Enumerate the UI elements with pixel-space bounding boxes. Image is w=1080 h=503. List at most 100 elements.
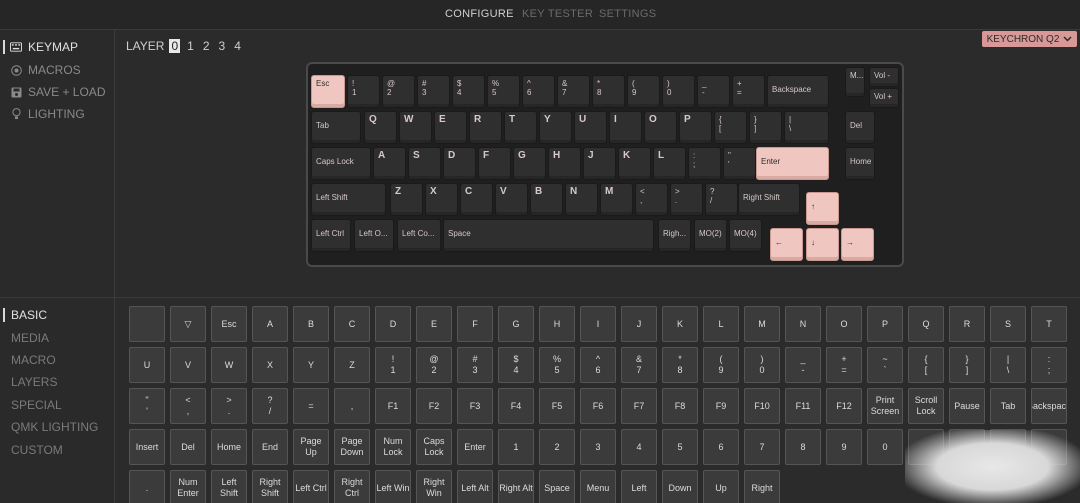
key-semicolon[interactable]: :; [688, 147, 721, 180]
palette-key[interactable]: Tab [990, 388, 1026, 424]
palette-key[interactable]: @ 2 [416, 347, 452, 383]
palette-key[interactable]: Page Down [334, 429, 370, 465]
palette-key[interactable]: Right Shift [252, 470, 288, 503]
key-g[interactable]: G [513, 147, 546, 180]
palette-key[interactable]: L [703, 306, 739, 342]
palette-key[interactable]: ? / [252, 388, 288, 424]
palette-key[interactable]: Z [334, 347, 370, 383]
keyboard-select-dropdown[interactable]: KEYCHRON Q2 [982, 31, 1077, 47]
palette-key[interactable]: : ; [1031, 347, 1067, 383]
palette-key[interactable]: Left Ctrl [293, 470, 329, 503]
palette-key[interactable]: Left Alt [457, 470, 493, 503]
layer-button-3[interactable]: 3 [217, 39, 228, 53]
tab-key-tester[interactable]: KEY TESTER [522, 8, 593, 20]
key-right-shift[interactable]: Right Shift [738, 183, 800, 216]
sidebar-item-keymap[interactable]: KEYMAP [10, 40, 78, 54]
category-qmk-lighting[interactable]: QMK LIGHTING [11, 420, 98, 434]
key-left-bracket[interactable]: {[ [714, 111, 747, 144]
palette-key[interactable]: Right Alt [498, 470, 534, 503]
palette-key[interactable]: Q [908, 306, 944, 342]
palette-key[interactable]: # 3 [457, 347, 493, 383]
palette-key[interactable]: T [1031, 306, 1067, 342]
category-custom[interactable]: CUSTOM [11, 443, 63, 457]
palette-key[interactable]: Print Screen [867, 388, 903, 424]
tab-settings[interactable]: SETTINGS [599, 8, 656, 20]
key-slash[interactable]: ? / [705, 183, 738, 216]
key-l[interactable]: L [653, 147, 686, 180]
key-caps-lock[interactable]: Caps Lock [311, 147, 371, 180]
key-arrow-down[interactable]: ↓ [806, 228, 839, 261]
palette-key[interactable]: C [334, 306, 370, 342]
key-r[interactable]: R [469, 111, 502, 144]
key-o[interactable]: O [644, 111, 677, 144]
palette-key[interactable]: } ] [949, 347, 985, 383]
key-space[interactable]: Space [443, 219, 654, 252]
palette-key[interactable]: Home [211, 429, 247, 465]
key-m[interactable]: M [600, 183, 633, 216]
palette-key[interactable]: Y [293, 347, 329, 383]
palette-key[interactable]: Num Lock [375, 429, 411, 465]
palette-key[interactable]: Left [621, 470, 657, 503]
key-arrow-up[interactable]: ↑ [806, 192, 839, 225]
palette-key[interactable]: 7 [744, 429, 780, 465]
palette-key[interactable]: H [539, 306, 575, 342]
key-quote[interactable]: " ' [723, 147, 756, 180]
palette-key[interactable]: Down [662, 470, 698, 503]
palette-key[interactable]: + = [826, 347, 862, 383]
palette-key[interactable]: S [990, 306, 1026, 342]
palette-key[interactable]: 2 [539, 429, 575, 465]
key-right-modifier[interactable]: Righ... [658, 219, 691, 252]
key-period[interactable]: >. [670, 183, 703, 216]
key-8[interactable]: * 8 [592, 75, 625, 108]
key-home[interactable]: Home [845, 147, 875, 180]
palette-key[interactable]: Page Up [293, 429, 329, 465]
palette-key[interactable]: Insert [129, 429, 165, 465]
key-enter[interactable]: Enter [756, 147, 829, 180]
palette-key[interactable]: ▽ [170, 306, 206, 342]
key-volume-down[interactable]: Vol - [869, 67, 899, 87]
key-equal[interactable]: + = [732, 75, 765, 108]
palette-key[interactable]: 1 [498, 429, 534, 465]
key-d[interactable]: D [443, 147, 476, 180]
category-basic[interactable]: BASIC [11, 308, 47, 322]
palette-key[interactable]: 4 [621, 429, 657, 465]
palette-key[interactable]: Enter [457, 429, 493, 465]
key-w[interactable]: W [399, 111, 432, 144]
palette-key[interactable]: R [949, 306, 985, 342]
sidebar-item-lighting[interactable]: LIGHTING [10, 107, 85, 121]
key-j[interactable]: J [583, 147, 616, 180]
key-tab[interactable]: Tab [311, 111, 361, 144]
tab-configure[interactable]: CONFIGURE [445, 8, 514, 20]
palette-key[interactable]: . [129, 470, 165, 503]
palette-key[interactable]: F10 [744, 388, 780, 424]
palette-key[interactable]: F6 [580, 388, 616, 424]
palette-key[interactable]: Space [539, 470, 575, 503]
key-k[interactable]: K [618, 147, 651, 180]
key-7[interactable]: & 7 [557, 75, 590, 108]
palette-key[interactable]: $ 4 [498, 347, 534, 383]
palette-key[interactable]: V [170, 347, 206, 383]
palette-key[interactable]: F3 [457, 388, 493, 424]
key-5[interactable]: % 5 [487, 75, 520, 108]
palette-key[interactable]: > . [211, 388, 247, 424]
key-left-shift[interactable]: Left Shift [311, 183, 386, 216]
key-q[interactable]: Q [364, 111, 397, 144]
palette-key[interactable]: Right Win [416, 470, 452, 503]
key-c[interactable]: C [460, 183, 493, 216]
palette-key[interactable]: Left Shift [211, 470, 247, 503]
key-del[interactable]: Del [845, 111, 875, 144]
category-macro[interactable]: MACRO [11, 353, 56, 367]
sidebar-item-save-load[interactable]: SAVE + LOAD [10, 85, 105, 99]
palette-key[interactable]: E [416, 306, 452, 342]
palette-key[interactable]: O [826, 306, 862, 342]
palette-key[interactable]: D [375, 306, 411, 342]
key-b[interactable]: B [530, 183, 563, 216]
key-knob-mute[interactable]: M... [845, 67, 865, 97]
palette-key[interactable]: " ' [129, 388, 165, 424]
key-s[interactable]: S [408, 147, 441, 180]
key-9[interactable]: (9 [627, 75, 660, 108]
key-n[interactable]: N [565, 183, 598, 216]
palette-key[interactable]: U [129, 347, 165, 383]
palette-key[interactable]: = [293, 388, 329, 424]
palette-key[interactable]: F12 [826, 388, 862, 424]
